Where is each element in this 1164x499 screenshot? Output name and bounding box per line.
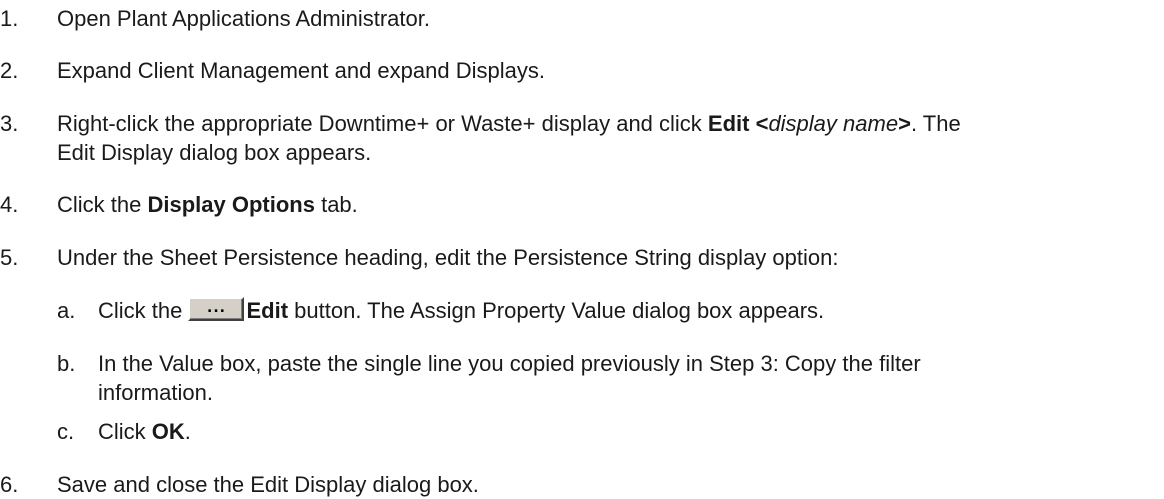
placeholder-text: display name <box>768 111 899 136</box>
step-text-line: In the Value box, paste the single line … <box>98 351 921 376</box>
step-text-line: information. <box>98 380 213 405</box>
step-number: 6. <box>0 472 19 497</box>
command-name: Edit < <box>707 111 769 136</box>
step-text-part: Click <box>98 419 152 444</box>
step-text-part: . <box>184 419 191 444</box>
step-text: Right-click the appropriate Downtime+ or… <box>57 109 1150 167</box>
document-page: 1. Open Plant Applications Administrator… <box>0 0 1164 498</box>
step-text-part: button. The Assign Property Value dialog… <box>288 298 825 323</box>
button-name: Edit <box>246 298 289 323</box>
step-number: 5. <box>0 245 19 270</box>
substep-letter: c. <box>57 419 75 444</box>
step-number: 3. <box>0 111 19 136</box>
substep-text: Click the ... Edit button. The Assign Pro… <box>98 296 1150 325</box>
step-text: Click the Display Options tab. <box>57 190 1150 219</box>
edit-ellipsis-button: ... <box>188 297 245 321</box>
substep-text: In the Value box, paste the single line … <box>98 349 1150 407</box>
command-name-end: > <box>898 111 911 136</box>
step-text-part: Click the <box>57 192 148 217</box>
substep-letter: a. <box>57 298 76 323</box>
tab-name: Display Options <box>147 192 315 217</box>
step-text: Open Plant Applications Administrator. <box>57 6 430 31</box>
substep-letter: b. <box>57 351 76 376</box>
step-number: 4. <box>0 192 19 217</box>
substep-text: Click OK. <box>98 417 1150 446</box>
step-text: Save and close the Edit Display dialog b… <box>57 472 479 497</box>
step-text-line: Edit Display dialog box appears. <box>57 140 372 165</box>
ellipsis-icon: ... <box>207 300 226 316</box>
step-text-part: tab. <box>314 192 358 217</box>
button-name: OK <box>151 419 185 444</box>
step-number: 1. <box>0 6 19 31</box>
step-text: Expand Client Management and expand Disp… <box>57 58 545 83</box>
step-number: 2. <box>0 58 19 83</box>
step-text-part: Right-click the appropriate Downtime+ or… <box>57 111 708 136</box>
step-text-part: Click the <box>98 298 189 323</box>
step-text: Under the Sheet Persistence heading, edi… <box>57 245 839 270</box>
step-text-part: . The <box>910 111 961 136</box>
